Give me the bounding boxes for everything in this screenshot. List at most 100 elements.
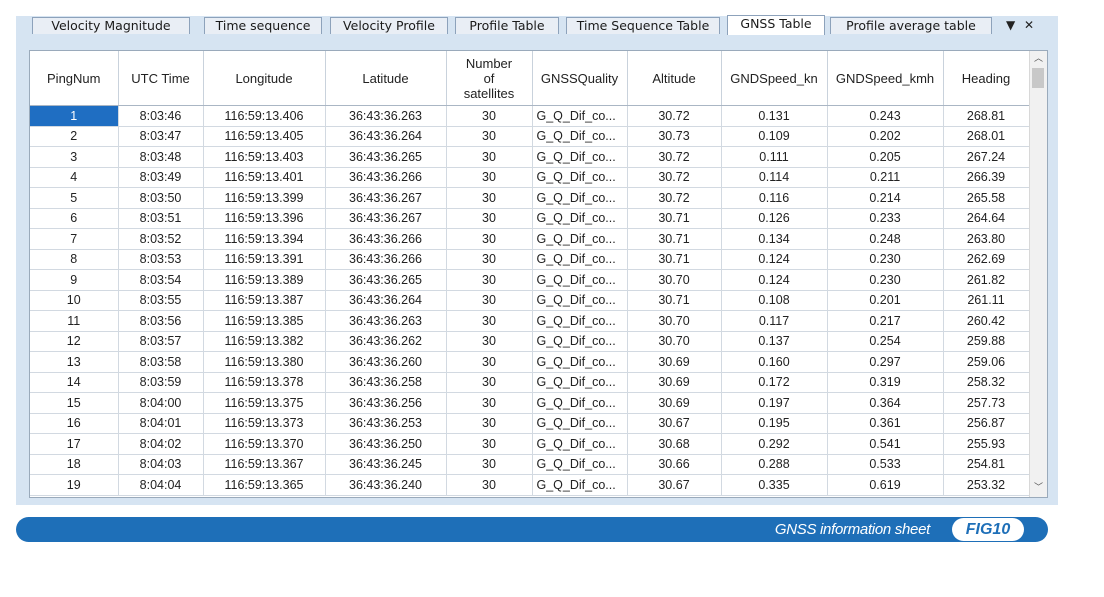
cell-gndspeed-kmh[interactable]: 0.248 [827,228,944,250]
cell-pingnum[interactable]: 13 [30,351,119,373]
cell-gndspeed-kmh[interactable]: 0.243 [827,105,944,127]
col-header-gndspeed-kmh[interactable]: GNDSpeed_kmh [827,51,944,106]
cell-gndspeed-kmh[interactable]: 0.205 [827,146,944,168]
table-row[interactable]: 14 8:03:59 116:59:13.378 36:43:36.258 30 G_Q_… [30,372,1030,393]
cell-gndspeed-kmh[interactable]: 0.214 [827,187,944,209]
col-header-latitude[interactable]: Latitude [325,51,447,106]
cell-latitude[interactable]: 36:43:36.245 [325,454,447,475]
cell-utc-time[interactable]: 8:04:04 [118,474,204,496]
cell-utc-time[interactable]: 8:03:52 [118,228,204,250]
cell-longitude[interactable]: 116:59:13.382 [203,331,326,352]
cell-altitude[interactable]: 30.68 [627,433,722,455]
vertical-scrollbar[interactable]: ︿ ﹀ [1029,51,1047,497]
table-row[interactable]: 7 8:03:52 116:59:13.394 36:43:36.266 30 G_Q_D… [30,228,1030,250]
cell-longitude[interactable]: 116:59:13.399 [203,187,326,209]
cell-gndspeed-kmh[interactable]: 0.297 [827,351,944,373]
cell-altitude[interactable]: 30.71 [627,228,722,250]
cell-utc-time[interactable]: 8:04:03 [118,454,204,475]
cell-gnss-quality[interactable]: G_Q_Dif_co... [532,474,628,496]
col-header-altitude[interactable]: Altitude [627,51,722,106]
table-row[interactable]: 9 8:03:54 116:59:13.389 36:43:36.265 30 G_Q_D… [30,269,1030,291]
cell-latitude[interactable]: 36:43:36.240 [325,474,447,496]
cell-gnss-quality[interactable]: G_Q_Dif_co... [532,126,628,147]
cell-latitude[interactable]: 36:43:36.258 [325,372,447,393]
cell-gndspeed-kn[interactable]: 0.108 [721,290,828,311]
table-row[interactable]: 13 8:03:58 116:59:13.380 36:43:36.260 30 G_Q_… [30,351,1030,373]
cell-utc-time[interactable]: 8:03:53 [118,249,204,270]
table-row[interactable]: 3 8:03:48 116:59:13.403 36:43:36.265 30 G_Q_D… [30,146,1030,168]
cell-gndspeed-kmh[interactable]: 0.533 [827,454,944,475]
cell-altitude[interactable]: 30.73 [627,126,722,147]
cell-gndspeed-kmh[interactable]: 0.201 [827,290,944,311]
cell-satellites[interactable]: 30 [446,249,533,270]
cell-heading[interactable]: 255.93 [943,433,1030,455]
cell-heading[interactable]: 264.64 [943,208,1030,229]
tab-velocity-magnitude[interactable]: Velocity Magnitude [32,17,190,34]
cell-pingnum[interactable]: 5 [30,187,119,209]
cell-utc-time[interactable]: 8:03:58 [118,351,204,373]
cell-altitude[interactable]: 30.66 [627,454,722,475]
cell-utc-time[interactable]: 8:03:51 [118,208,204,229]
cell-satellites[interactable]: 30 [446,269,533,291]
cell-gndspeed-kmh[interactable]: 0.233 [827,208,944,229]
cell-gndspeed-kn[interactable]: 0.114 [721,167,828,188]
cell-altitude[interactable]: 30.71 [627,208,722,229]
cell-gndspeed-kn[interactable]: 0.126 [721,208,828,229]
cell-gnss-quality[interactable]: G_Q_Dif_co... [532,310,628,332]
cell-latitude[interactable]: 36:43:36.256 [325,392,447,414]
cell-heading[interactable]: 261.11 [943,290,1030,311]
cell-pingnum[interactable]: 3 [30,146,119,168]
cell-gndspeed-kn[interactable]: 0.117 [721,310,828,332]
cell-latitude[interactable]: 36:43:36.260 [325,351,447,373]
cell-satellites[interactable]: 30 [446,167,533,188]
table-row[interactable]: 17 8:04:02 116:59:13.370 36:43:36.250 30 G_Q_… [30,433,1030,455]
cell-pingnum[interactable]: 14 [30,372,119,393]
cell-longitude[interactable]: 116:59:13.380 [203,351,326,373]
cell-altitude[interactable]: 30.72 [627,105,722,127]
cell-pingnum[interactable]: 17 [30,433,119,455]
cell-gndspeed-kn[interactable]: 0.124 [721,269,828,291]
cell-heading[interactable]: 259.88 [943,331,1030,352]
cell-gnss-quality[interactable]: G_Q_Dif_co... [532,105,628,127]
cell-satellites[interactable]: 30 [446,413,533,434]
cell-pingnum[interactable]: 7 [30,228,119,250]
tab-profile-table[interactable]: Profile Table [455,17,559,34]
cell-utc-time[interactable]: 8:03:48 [118,146,204,168]
table-row[interactable]: 2 8:03:47 116:59:13.405 36:43:36.264 30 G_Q_D… [30,126,1030,147]
cell-gndspeed-kn[interactable]: 0.197 [721,392,828,414]
cell-heading[interactable]: 268.81 [943,105,1030,127]
col-header-heading[interactable]: Heading [943,51,1030,106]
cell-gndspeed-kn[interactable]: 0.116 [721,187,828,209]
cell-heading[interactable]: 258.32 [943,372,1030,393]
cell-latitude[interactable]: 36:43:36.263 [325,105,447,127]
scrollbar-thumb[interactable] [1032,68,1044,88]
cell-heading[interactable]: 266.39 [943,167,1030,188]
close-icon[interactable]: ✕ [1024,17,1034,33]
cell-longitude[interactable]: 116:59:13.365 [203,474,326,496]
cell-satellites[interactable]: 30 [446,454,533,475]
cell-longitude[interactable]: 116:59:13.405 [203,126,326,147]
cell-utc-time[interactable]: 8:03:59 [118,372,204,393]
table-row[interactable]: 15 8:04:00 116:59:13.375 36:43:36.256 30 G_Q_… [30,392,1030,414]
cell-gndspeed-kn[interactable]: 0.160 [721,351,828,373]
cell-heading[interactable]: 256.87 [943,413,1030,434]
cell-gndspeed-kn[interactable]: 0.109 [721,126,828,147]
cell-latitude[interactable]: 36:43:36.253 [325,413,447,434]
cell-pingnum[interactable]: 2 [30,126,119,147]
cell-longitude[interactable]: 116:59:13.389 [203,269,326,291]
cell-gndspeed-kn[interactable]: 0.131 [721,105,828,127]
cell-satellites[interactable]: 30 [446,351,533,373]
cell-satellites[interactable]: 30 [446,310,533,332]
cell-utc-time[interactable]: 8:03:50 [118,187,204,209]
cell-latitude[interactable]: 36:43:36.264 [325,126,447,147]
cell-altitude[interactable]: 30.69 [627,351,722,373]
cell-altitude[interactable]: 30.70 [627,310,722,332]
cell-utc-time[interactable]: 8:03:47 [118,126,204,147]
cell-longitude[interactable]: 116:59:13.401 [203,167,326,188]
cell-longitude[interactable]: 116:59:13.387 [203,290,326,311]
cell-longitude[interactable]: 116:59:13.373 [203,413,326,434]
cell-altitude[interactable]: 30.67 [627,413,722,434]
cell-utc-time[interactable]: 8:04:02 [118,433,204,455]
cell-latitude[interactable]: 36:43:36.250 [325,433,447,455]
tab-gnss-table[interactable]: GNSS Table [727,15,825,35]
